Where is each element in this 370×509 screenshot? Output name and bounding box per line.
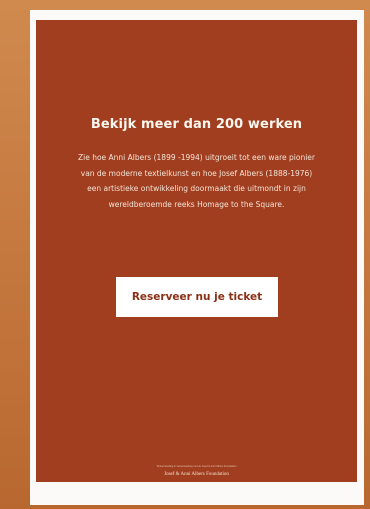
promo-panel: Bekijk meer dan 200 werken Zie hoe Anni … [36,20,357,482]
foundation-credit: Josef & Anni Albers Foundation [164,472,229,477]
promo-description: Zie hoe Anni Albers (1899 -1994) uitgroe… [77,153,316,209]
reserve-ticket-button[interactable]: Reserveer nu je ticket [116,277,278,317]
fine-print: Tentoonstelling in samenwerking met de J… [156,465,237,468]
promo-headline: Bekijk meer dan 200 werken [90,117,303,132]
